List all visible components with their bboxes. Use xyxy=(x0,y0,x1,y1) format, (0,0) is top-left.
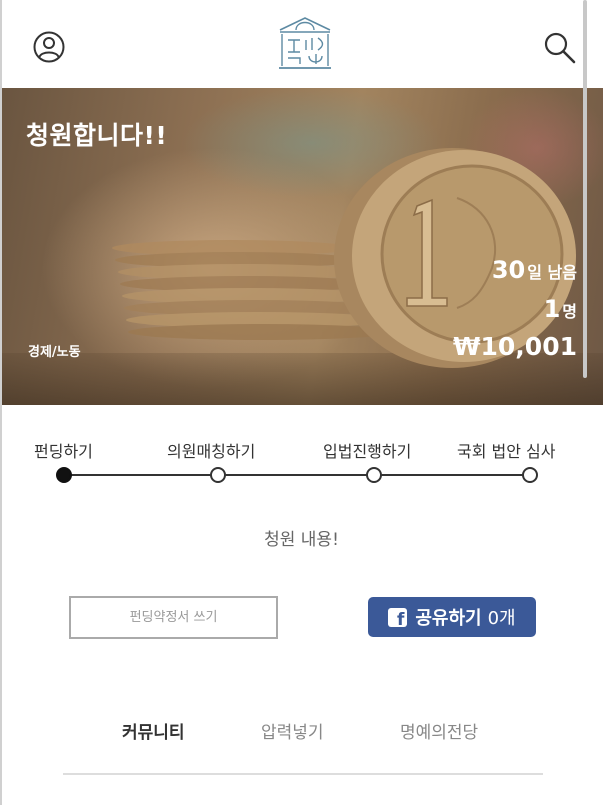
user-circle-icon xyxy=(33,31,65,63)
step-label-funding: 펀딩하기 xyxy=(34,442,93,461)
days-remaining-unit: 일 남음 xyxy=(527,263,577,282)
days-remaining-value: 30 xyxy=(491,256,526,284)
search-icon xyxy=(544,32,576,64)
step-dot-matching xyxy=(210,467,226,483)
step-label-matching: 의원매칭하기 xyxy=(167,442,256,461)
assembly-logo-icon[interactable] xyxy=(276,16,334,72)
share-label: 공유하기 xyxy=(415,608,482,629)
step-label-legislation: 입법진행하기 xyxy=(323,442,412,461)
tab-hall-of-fame[interactable]: 명예의전당 xyxy=(400,718,478,743)
step-dot-legislation xyxy=(366,467,382,483)
hero-banner[interactable]: 청원합니다!! 경제/노동 30 일 남음 1명 ₩10,001 xyxy=(2,88,603,405)
share-count: 0개 xyxy=(487,608,516,629)
facebook-share-button[interactable]: f 공유하기 0개 xyxy=(368,597,536,637)
pledge-button[interactable]: 펀딩약정서 쓰기 xyxy=(69,596,278,639)
search-button[interactable] xyxy=(542,30,578,66)
tabs-divider xyxy=(63,773,543,775)
days-remaining: 30 일 남음 xyxy=(492,256,577,284)
progress-line xyxy=(64,474,530,476)
supporter-count: 1명 xyxy=(544,295,577,323)
profile-button[interactable] xyxy=(32,30,66,64)
tab-community[interactable]: 커뮤니티 xyxy=(122,718,185,743)
supporter-count-value: 1 xyxy=(543,295,561,323)
step-label-review: 국회 법안 심사 xyxy=(457,442,556,461)
step-dot-funding xyxy=(56,467,72,483)
funding-amount: ₩10,001 xyxy=(452,332,577,361)
scrollbar[interactable] xyxy=(583,0,587,378)
petition-title: 청원합니다!! xyxy=(26,121,168,150)
petition-category: 경제/노동 xyxy=(28,345,81,360)
petition-content: 청원 내용! xyxy=(264,530,339,550)
tab-pressure[interactable]: 압력넣기 xyxy=(261,718,324,743)
facebook-icon: f xyxy=(388,607,408,628)
supporter-count-unit: 명 xyxy=(562,302,577,321)
step-dot-review xyxy=(522,467,538,483)
header xyxy=(2,0,603,88)
